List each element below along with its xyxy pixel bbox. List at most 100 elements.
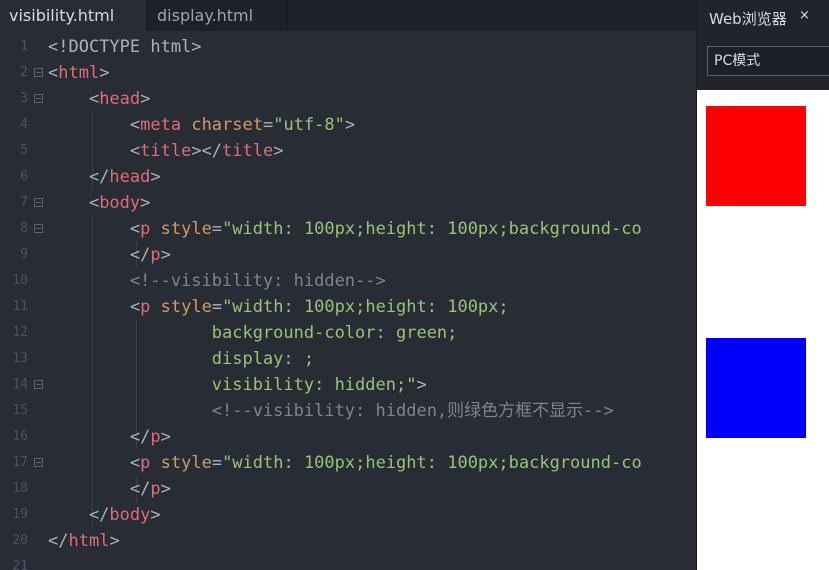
line-number: 9 [20, 247, 28, 262]
code-token: <!--visibility: hidden--> [48, 271, 386, 291]
code-token: title [222, 141, 274, 161]
close-icon[interactable]: × [799, 8, 810, 23]
code-token: p [140, 219, 151, 239]
code-token: title [140, 141, 192, 161]
line-number: 7 [20, 195, 28, 210]
fold-toggle-icon[interactable] [34, 380, 43, 389]
code-editor[interactable]: visibility.html display.html 1 2 3 4 5 6 7 8 9 10… [0, 0, 696, 570]
code-line[interactable]: <body> [48, 190, 150, 216]
code-token: body [109, 505, 151, 525]
code-line[interactable]: <p style="width: 100px;height: 100px; [48, 294, 509, 320]
preview-red-box [706, 106, 806, 206]
fold-toggle-icon[interactable] [34, 458, 43, 467]
preview-blue-box [706, 338, 806, 438]
code-token: < [48, 89, 100, 109]
code-token: charset [191, 115, 263, 135]
code-token: style [160, 297, 212, 317]
code-token: visibility: hidden;" [48, 375, 417, 395]
code-token: > [140, 89, 151, 109]
code-token: > [416, 375, 427, 395]
code-line[interactable]: <!--visibility: hidden--> [48, 268, 386, 294]
code-line[interactable]: <meta charset="utf-8"> [48, 112, 355, 138]
line-number: 3 [20, 91, 28, 106]
code-token: display: ; [48, 349, 315, 369]
code-token: </ [48, 167, 110, 187]
code-token: </ [48, 531, 69, 551]
code-token: > [160, 479, 171, 499]
code-line[interactable]: <head> [48, 86, 150, 112]
code-line[interactable]: background-color: green; [48, 320, 458, 346]
browser-mode-select[interactable]: PC模式 [707, 46, 829, 76]
line-number: 12 [12, 325, 28, 340]
code-token: > [344, 115, 356, 135]
code-token: p [150, 245, 161, 265]
code-token: < [48, 141, 141, 161]
code-line[interactable]: <!--visibility: hidden,则绿色方框不显示--> [48, 398, 614, 424]
line-number: 5 [20, 143, 28, 158]
code-token: > [99, 63, 110, 83]
code-line[interactable]: display: ; [48, 346, 314, 372]
code-token: html [68, 531, 110, 551]
line-number: 6 [20, 169, 28, 184]
code-line[interactable]: </body> [48, 502, 161, 528]
line-number: 10 [12, 273, 28, 288]
code-token: = [262, 115, 274, 135]
line-number: 21 [12, 559, 28, 570]
line-number: 20 [12, 533, 28, 548]
fold-toggle-icon[interactable] [34, 94, 43, 103]
line-number: 17 [12, 455, 28, 470]
code-token: > [150, 167, 161, 187]
line-number: 2 [20, 65, 28, 80]
web-browser-panel: Web浏览器 × PC模式 [696, 0, 829, 570]
tab-bar: visibility.html display.html [0, 0, 696, 31]
code-token: p [150, 479, 161, 499]
code-line[interactable]: </head> [48, 164, 161, 190]
code-token: meta [140, 115, 182, 135]
fold-toggle-icon[interactable] [34, 224, 43, 233]
code-token: > [150, 505, 161, 525]
code-token: head [99, 89, 141, 109]
code-line[interactable]: </p> [48, 424, 171, 450]
tab-display-html[interactable]: display.html [148, 0, 288, 31]
tab-visibility-html[interactable]: visibility.html [0, 0, 147, 31]
code-token: style [160, 219, 212, 239]
code-token: ></ [191, 141, 223, 161]
code-token: </ [48, 245, 151, 265]
code-token: > [140, 193, 151, 213]
code-line[interactable]: </p> [48, 476, 171, 502]
code-line[interactable]: </html> [48, 528, 120, 554]
code-token: = [211, 453, 223, 473]
code-token: "width: 100px;height: 100px;background-c… [222, 453, 642, 473]
code-token: <!DOCTYPE html> [48, 37, 202, 57]
code-line[interactable]: <html> [48, 60, 109, 86]
code-token: background-color: green; [48, 323, 458, 343]
code-line[interactable]: <p style="width: 100px;height: 100px;bac… [48, 450, 642, 476]
code-token: </ [48, 427, 151, 447]
code-line[interactable]: </p> [48, 242, 171, 268]
code-line[interactable]: visibility: hidden;"> [48, 372, 427, 398]
line-number: 16 [12, 429, 28, 444]
code-line[interactable]: <!DOCTYPE html> [48, 34, 202, 60]
line-number: 15 [12, 403, 28, 418]
fold-toggle-icon[interactable] [34, 198, 43, 207]
code-token: html [58, 63, 100, 83]
code-line[interactable]: <p style="width: 100px;height: 100px;bac… [48, 216, 642, 242]
code-token: head [109, 167, 151, 187]
line-number: 18 [12, 481, 28, 496]
code-token: p [140, 297, 151, 317]
browser-title: Web浏览器 [709, 10, 787, 28]
code-token: = [211, 219, 223, 239]
code-line[interactable]: <title></title> [48, 138, 284, 164]
line-number: 1 [20, 39, 28, 54]
line-number: 13 [12, 351, 28, 366]
code-token: > [160, 245, 171, 265]
code-token: p [140, 453, 151, 473]
code-token: = [211, 297, 223, 317]
code-token: > [109, 531, 120, 551]
fold-toggle-icon[interactable] [34, 68, 43, 77]
code-token: < [48, 453, 141, 473]
